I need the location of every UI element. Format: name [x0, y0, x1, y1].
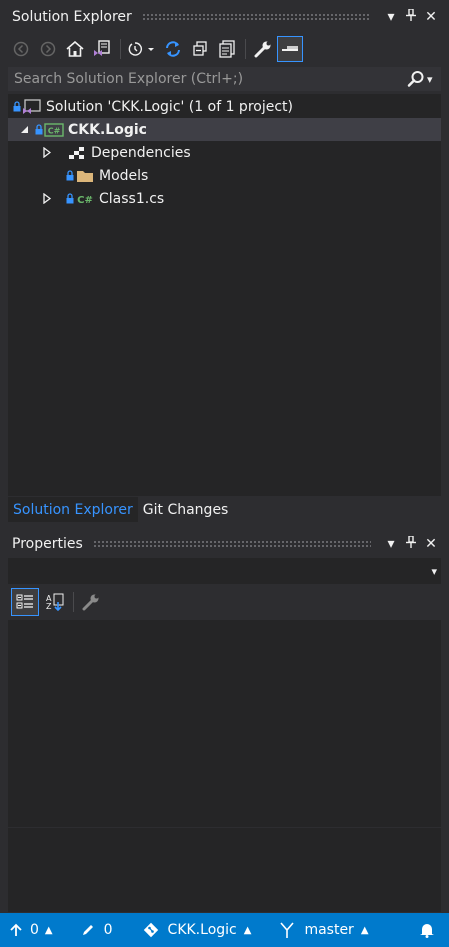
dependencies-icon	[67, 145, 87, 161]
toolbar-separator	[73, 592, 74, 612]
alphabetical-button[interactable]: AZ	[42, 589, 68, 615]
solution-explorer-titlebar: Solution Explorer ▾ ✕	[0, 0, 449, 34]
forward-button[interactable]	[35, 36, 61, 62]
collapse-all-button[interactable]	[187, 36, 213, 62]
caret-up-icon: ▲	[360, 924, 369, 936]
tree-item-class1[interactable]: C# Class1.cs	[8, 187, 441, 210]
switch-views-icon	[94, 40, 110, 56]
toolbar-separator	[245, 39, 246, 59]
properties-object-selector[interactable]: ▾	[8, 558, 441, 584]
properties-grid	[8, 620, 441, 827]
csharp-project-icon: C#	[44, 122, 64, 138]
tree-item-label: CKK.Logic	[68, 121, 147, 138]
collapse-triangle-icon[interactable]	[18, 125, 30, 134]
tab-solution-explorer[interactable]: Solution Explorer	[8, 497, 138, 522]
caret-up-icon: ▲	[243, 924, 252, 936]
tree-item-label: Solution 'CKK.Logic' (1 of 1 project)	[46, 98, 293, 115]
home-icon	[66, 41, 84, 57]
repository-status[interactable]: CKK.Logic ▲	[143, 922, 252, 938]
pin-icon[interactable]	[401, 8, 421, 25]
categorized-button[interactable]	[11, 588, 39, 616]
tree-item-project[interactable]: C# CKK.Logic	[8, 118, 441, 141]
pin-icon[interactable]	[401, 535, 421, 552]
lock-icon	[65, 170, 75, 182]
tool-window-tabs: Solution Explorer Git Changes	[8, 497, 441, 522]
pending-changes-filter-button[interactable]	[125, 36, 159, 62]
solution-explorer-toolbar	[8, 34, 441, 64]
show-all-files-icon	[219, 40, 235, 58]
clock-filter-icon	[128, 42, 154, 56]
svg-text:Z: Z	[46, 602, 52, 611]
solution-tree: Solution 'CKK.Logic' (1 of 1 project) C#…	[8, 94, 441, 496]
search-icon[interactable]	[407, 70, 425, 88]
solution-icon	[22, 98, 42, 115]
wrench-icon	[254, 41, 271, 58]
pencil-icon	[82, 925, 93, 935]
toolbar-separator	[120, 39, 121, 59]
status-bar: 0 ▲ 0 CKK.Logic ▲ master ▲	[0, 913, 449, 947]
home-button[interactable]	[62, 36, 88, 62]
tree-item-label: Class1.cs	[99, 190, 165, 207]
lock-icon	[12, 101, 22, 113]
tree-item-dependencies[interactable]: Dependencies	[8, 141, 441, 164]
tab-git-changes[interactable]: Git Changes	[138, 497, 234, 522]
chevron-down-icon[interactable]: ▾	[431, 565, 437, 578]
properties-description-pane	[8, 828, 441, 912]
branch-status[interactable]: master ▲	[279, 921, 369, 939]
forward-arrow-icon	[40, 41, 56, 57]
edit-count: 0	[103, 922, 113, 938]
back-arrow-icon	[13, 41, 29, 57]
window-position-dropdown-icon[interactable]: ▾	[381, 9, 401, 25]
expand-triangle-icon[interactable]	[41, 147, 53, 158]
solution-explorer-search: ▾	[8, 67, 441, 91]
push-count: 0	[30, 922, 39, 938]
folder-icon	[75, 168, 95, 184]
solution-explorer-title: Solution Explorer	[12, 9, 132, 25]
search-input[interactable]	[8, 70, 407, 88]
close-icon[interactable]: ✕	[421, 9, 441, 25]
branch-name: master	[304, 922, 354, 938]
push-status[interactable]: 0 ▲	[10, 922, 53, 938]
preview-icon	[282, 46, 298, 51]
tree-item-models[interactable]: Models	[8, 164, 441, 187]
close-icon[interactable]: ✕	[421, 536, 441, 552]
titlebar-grip[interactable]	[92, 540, 371, 548]
expand-triangle-icon[interactable]	[41, 193, 53, 204]
preview-selected-items-button[interactable]	[277, 36, 303, 62]
categorized-icon	[16, 594, 33, 609]
tree-item-label: Models	[99, 167, 149, 184]
collapse-all-icon	[193, 41, 207, 56]
show-all-files-button[interactable]	[214, 36, 240, 62]
lock-icon	[65, 193, 75, 205]
caret-up-icon: ▲	[44, 924, 53, 936]
tree-item-solution[interactable]: Solution 'CKK.Logic' (1 of 1 project)	[8, 95, 441, 118]
arrow-up-icon	[10, 923, 22, 936]
edit-status[interactable]: 0	[81, 922, 113, 938]
window-position-dropdown-icon[interactable]: ▾	[381, 536, 401, 552]
wrench-icon	[82, 594, 99, 611]
svg-text:C#: C#	[77, 195, 93, 205]
properties-toolbar: AZ	[8, 586, 441, 618]
property-pages-button[interactable]	[78, 589, 104, 615]
lock-icon	[34, 124, 44, 136]
alphabetical-icon: AZ	[46, 593, 64, 611]
notifications-button[interactable]	[419, 922, 435, 938]
svg-text:C#: C#	[48, 126, 61, 135]
csharp-file-icon: C#	[75, 191, 95, 207]
titlebar-grip[interactable]	[141, 13, 371, 21]
sync-arrows-icon	[166, 41, 180, 57]
sync-with-active-document-button[interactable]	[160, 36, 186, 62]
tree-item-label: Dependencies	[91, 144, 191, 161]
bell-icon	[420, 924, 434, 938]
search-options-dropdown-icon[interactable]: ▾	[427, 73, 441, 86]
switch-views-button[interactable]	[89, 36, 115, 62]
branch-icon	[280, 922, 295, 938]
back-button[interactable]	[8, 36, 34, 62]
properties-title: Properties	[12, 536, 83, 552]
properties-button[interactable]	[250, 36, 276, 62]
git-repo-icon	[143, 922, 158, 938]
repository-name: CKK.Logic	[167, 922, 237, 938]
properties-titlebar: Properties ▾ ✕	[0, 527, 449, 561]
